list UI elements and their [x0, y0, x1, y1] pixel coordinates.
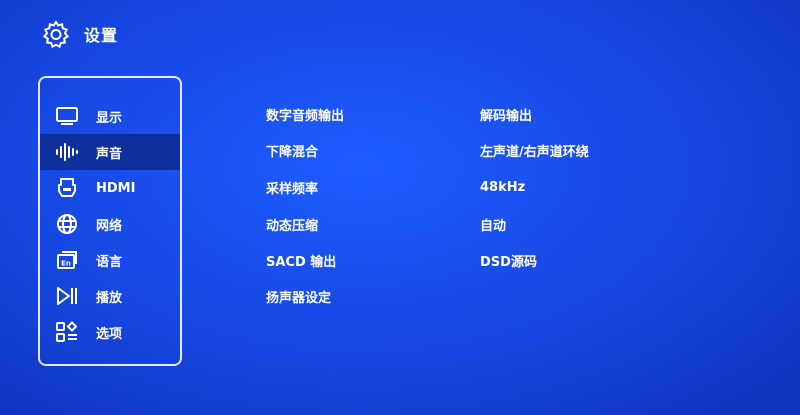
sidebar-item-label: 语言 [96, 254, 123, 270]
sidebar-item-label: 显示 [96, 110, 123, 126]
sidebar-item-playback[interactable]: 播放 [40, 278, 180, 314]
sound-wave-icon [54, 140, 80, 164]
sidebar-item-network[interactable]: 网络 [40, 206, 180, 242]
setting-row-downmix[interactable]: 下降混合 左声道/右声道环绕 [266, 132, 746, 168]
settings-sidebar: 显示 声音 HDMI 网络 En 语言 播放 选项 [38, 76, 182, 366]
setting-value: 左声道/右声道环绕 [480, 144, 589, 160]
svg-text:En: En [61, 260, 71, 268]
setting-name: 采样频率 [266, 181, 319, 197]
globe-icon [54, 212, 80, 236]
monitor-icon [54, 104, 80, 128]
setting-name: 动态压缩 [266, 218, 319, 234]
options-grid-icon [54, 320, 80, 344]
sidebar-item-label: 网络 [96, 218, 123, 234]
sidebar-item-sound[interactable]: 声音 [40, 134, 180, 170]
setting-name: 下降混合 [266, 144, 319, 160]
setting-name: 数字音频输出 [266, 108, 345, 124]
sidebar-item-label: 声音 [96, 146, 123, 162]
sidebar-item-display[interactable]: 显示 [40, 98, 180, 134]
sidebar-item-label: HDMI [96, 180, 136, 196]
sidebar-item-hdmi[interactable]: HDMI [40, 170, 180, 206]
setting-row-digital-audio-output[interactable]: 数字音频输出 解码输出 [266, 96, 746, 132]
page-header: 设置 [40, 18, 118, 50]
setting-value: 解码输出 [480, 108, 533, 124]
sidebar-item-options[interactable]: 选项 [40, 314, 180, 350]
play-pause-icon [54, 284, 80, 308]
setting-value: 48kHz [480, 179, 526, 195]
setting-value: DSD源码 [480, 254, 537, 270]
gear-icon [40, 18, 72, 50]
sidebar-item-language[interactable]: En 语言 [40, 242, 180, 278]
sidebar-menu: 显示 声音 HDMI 网络 En 语言 播放 选项 [40, 98, 180, 350]
setting-row-dynamic-compression[interactable]: 动态压缩 自动 [266, 206, 746, 242]
language-icon: En [54, 248, 80, 272]
setting-name: SACD 输出 [266, 254, 337, 270]
hdmi-icon [54, 176, 80, 200]
setting-value: 自动 [480, 218, 507, 234]
setting-row-speaker-setup[interactable]: 扬声器设定 [266, 278, 746, 314]
setting-name: 扬声器设定 [266, 290, 332, 306]
sidebar-item-label: 播放 [96, 290, 123, 306]
setting-row-sacd-output[interactable]: SACD 输出 DSD源码 [266, 242, 746, 278]
setting-row-sampling-frequency[interactable]: 采样频率 48kHz [266, 169, 746, 205]
sidebar-item-label: 选项 [96, 326, 123, 342]
page-title: 设置 [84, 26, 119, 45]
